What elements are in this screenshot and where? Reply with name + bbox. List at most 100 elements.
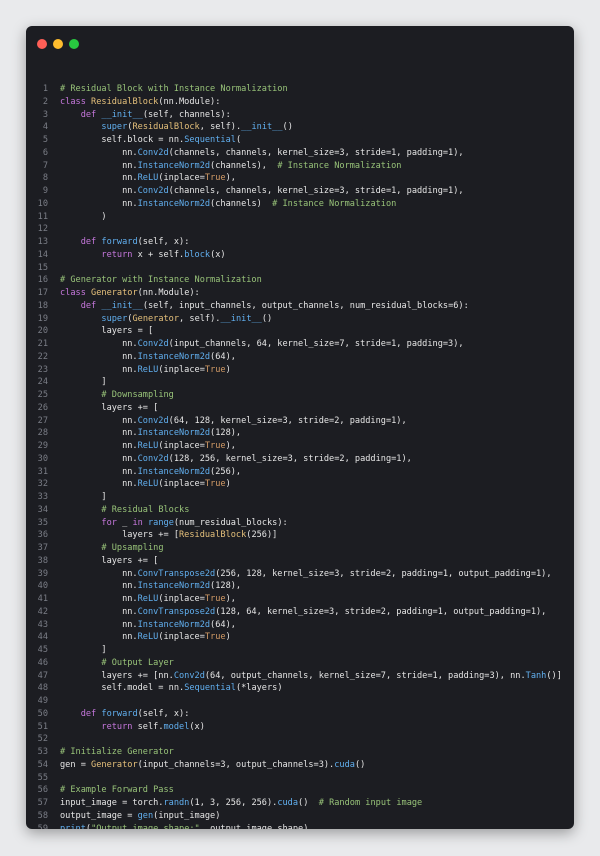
- code-token: Conv2d: [137, 186, 169, 196]
- code-line: 28 nn.InstanceNorm2d(128),: [26, 427, 574, 440]
- line-number: 14: [37, 249, 48, 260]
- code-token: , self).: [199, 122, 242, 133]
- code-token: block: [184, 249, 211, 260]
- code-token: ConvTranspose2d: [137, 606, 216, 617]
- code-token: __init__: [101, 109, 143, 120]
- code-line: 51 return self.model(x): [26, 721, 574, 734]
- line-number: 25: [37, 390, 48, 400]
- code-token: ReLU: [137, 364, 159, 375]
- code-token: (nn.Module):: [137, 288, 200, 298]
- code-line: 32 nn.ReLU(inplace=True): [26, 478, 574, 491]
- code-token: ResidualBlock: [132, 122, 200, 133]
- line-number: 36: [37, 530, 48, 541]
- code-token: super: [101, 313, 128, 324]
- code-token: nn.: [60, 428, 138, 439]
- line-number: 52: [37, 734, 48, 745]
- code-token: ResidualBlock: [179, 530, 247, 541]
- code-line: 24 ]: [26, 376, 574, 389]
- code-line: 58 output_image = gen(input_image): [26, 810, 574, 823]
- line-source: return self.model(x): [60, 721, 205, 734]
- code-token: randn: [163, 798, 190, 808]
- line-source: nn.InstanceNorm2d(channels), # Instance …: [60, 160, 401, 173]
- code-token: (1, 3, 256, 256).: [189, 798, 278, 808]
- code-line: 18 def __init__(self, input_channels, ou…: [26, 300, 574, 313]
- line-source: # Residual Blocks: [60, 504, 189, 517]
- code-token: True: [204, 364, 226, 375]
- code-token: nn.: [60, 581, 138, 592]
- code-token: def: [80, 109, 102, 120]
- line-source: class ResidualBlock(nn.Module):: [60, 96, 220, 109]
- code-line: 39 nn.ConvTranspose2d(256, 128, kernel_s…: [26, 568, 574, 581]
- line-source: # Residual Block with Instance Normaliza…: [60, 83, 288, 96]
- line-number: 54: [37, 759, 48, 770]
- line-source: ]: [60, 644, 107, 657]
- code-token: nn.: [60, 147, 138, 158]
- line-source: ): [60, 211, 106, 224]
- line-source: self.block = nn.Sequential(: [60, 134, 241, 147]
- code-token: , self).: [179, 313, 221, 324]
- line-source: # Downsampling: [60, 389, 173, 402]
- code-line: 15: [26, 262, 574, 275]
- code-token: ]: [60, 645, 107, 655]
- code-token: def: [80, 300, 102, 311]
- line-number: 7: [42, 160, 48, 171]
- code-token: forward: [101, 237, 138, 247]
- code-token: "Output image shape:": [91, 823, 200, 830]
- minimize-window-button[interactable]: [53, 39, 63, 49]
- close-window-button[interactable]: [37, 39, 47, 49]
- code-token: gen: [137, 810, 154, 821]
- code-token: def: [80, 237, 102, 247]
- code-token: Tanh: [525, 670, 547, 681]
- line-number: 39: [37, 568, 48, 579]
- code-token: __init__: [241, 122, 283, 133]
- line-number: 56: [37, 785, 48, 796]
- line-number: 5: [42, 135, 48, 145]
- code-token: (x): [210, 249, 226, 260]
- code-token: nn.: [60, 160, 138, 171]
- code-token: (input_image): [153, 810, 221, 821]
- code-token: Generator: [91, 288, 138, 298]
- line-source: class Generator(nn.Module):: [60, 287, 200, 300]
- line-number: 57: [37, 798, 48, 808]
- code-token: (128),: [210, 581, 242, 592]
- code-token: (channels, channels, kernel_size=3, stri…: [168, 147, 464, 158]
- code-token: , output_image.shape): [199, 823, 309, 830]
- code-token: nn.: [60, 619, 138, 630]
- line-number: 9: [42, 186, 48, 196]
- code-line: 33 ]: [26, 491, 574, 504]
- line-source: nn.Conv2d(64, 128, kernel_size=3, stride…: [60, 415, 407, 428]
- line-number: 28: [37, 428, 48, 439]
- code-token: Generator: [132, 313, 180, 324]
- code-token: nn.: [60, 173, 138, 184]
- line-number: 8: [42, 173, 48, 184]
- code-line: 36 layers += [ResidualBlock(256)]: [26, 529, 574, 542]
- line-number: 1: [42, 84, 48, 94]
- line-source: # Example Forward Pass: [60, 784, 174, 797]
- line-number: 22: [37, 351, 48, 362]
- code-token: __init__: [101, 300, 143, 311]
- line-number: 46: [37, 657, 48, 668]
- code-token: # Generator with Instance Normalization: [60, 275, 262, 286]
- code-token: # Upsampling: [101, 543, 164, 553]
- code-token: (self, channels):: [142, 109, 231, 120]
- code-token: ReLU: [137, 594, 159, 604]
- code-token: (self, x):: [137, 237, 190, 247]
- code-line: 2 class ResidualBlock(nn.Module):: [26, 96, 574, 109]
- code-token: (input_channels, 64, kernel_size=7, stri…: [168, 339, 464, 349]
- code-token: layers += [: [60, 402, 159, 413]
- code-token: nn.: [60, 441, 138, 451]
- code-token: (64),: [210, 351, 236, 362]
- code-token: (*layers): [235, 683, 283, 694]
- code-token: (256, 128, kernel_size=3, stride=2, padd…: [215, 568, 552, 579]
- line-source: super(ResidualBlock, self).__init__(): [60, 121, 293, 134]
- code-line: 49: [26, 695, 574, 708]
- line-source: ]: [60, 376, 106, 389]
- maximize-window-button[interactable]: [69, 39, 79, 49]
- code-token: # Residual Blocks: [101, 504, 190, 515]
- line-number: 6: [42, 147, 48, 158]
- line-number: 15: [37, 262, 48, 273]
